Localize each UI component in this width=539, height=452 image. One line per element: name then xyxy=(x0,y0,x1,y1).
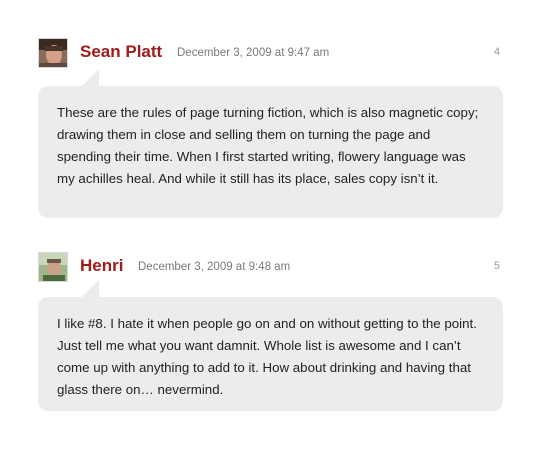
comment-number[interactable]: 5 xyxy=(494,260,500,272)
comment-header: Sean Platt December 3, 2009 at 9:47 am 4 xyxy=(38,38,500,70)
comment-bubble: These are the rules of page turning fict… xyxy=(38,69,503,218)
comment-author-link[interactable]: Henri xyxy=(80,256,123,276)
avatar-image xyxy=(39,253,67,281)
comment-text: These are the rules of page turning fict… xyxy=(57,105,479,186)
avatar-image xyxy=(39,39,67,67)
comment-header: Henri December 3, 2009 at 9:48 am 5 xyxy=(38,252,500,284)
comment-number[interactable]: 4 xyxy=(494,46,500,58)
comment-date[interactable]: December 3, 2009 at 9:47 am xyxy=(177,47,329,59)
avatar[interactable] xyxy=(38,252,68,282)
avatar[interactable] xyxy=(38,38,68,68)
comment-date[interactable]: December 3, 2009 at 9:48 am xyxy=(138,261,290,273)
comment-text: I like #8. I hate it when people go on a… xyxy=(57,316,477,397)
comment-author-link[interactable]: Sean Platt xyxy=(80,42,162,62)
comment-bubble: I like #8. I hate it when people go on a… xyxy=(38,280,503,411)
